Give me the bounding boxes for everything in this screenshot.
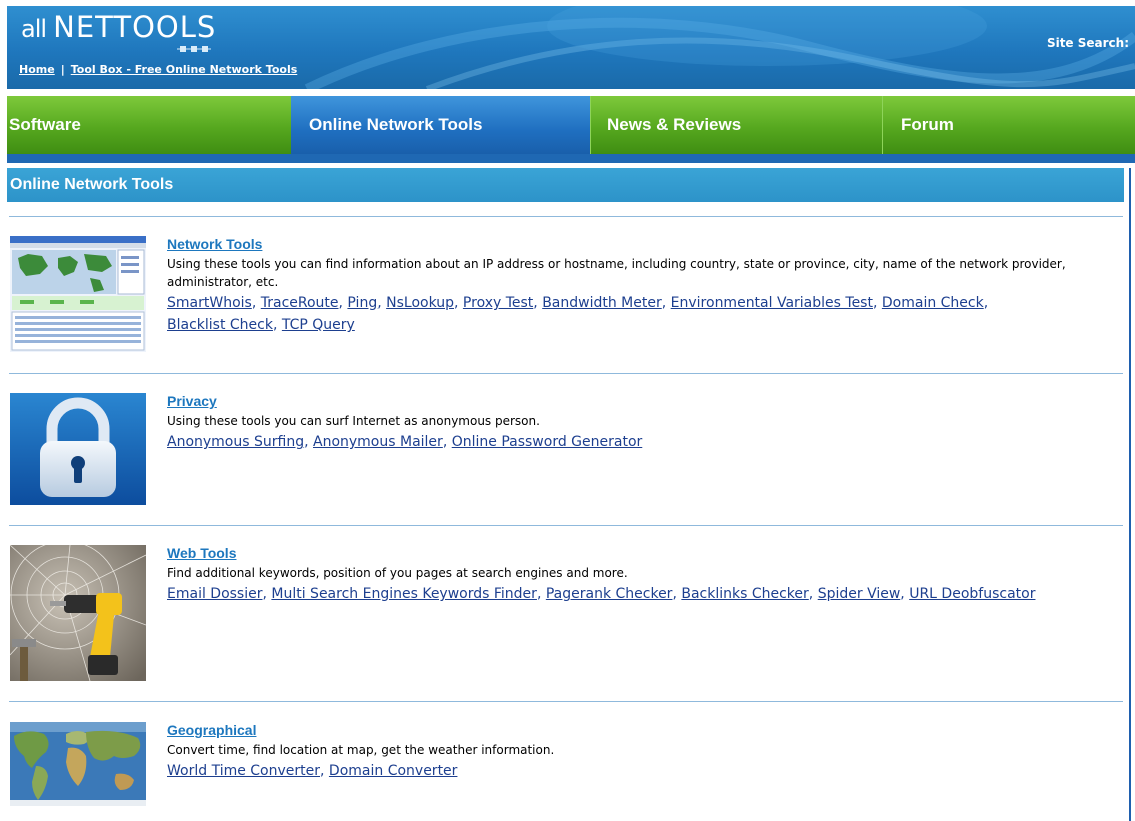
link-ping[interactable]: Ping xyxy=(347,295,377,311)
section-body: Web Tools Find additional keywords, posi… xyxy=(167,545,1122,605)
site-header: all NETTOOLS Home | Tool Box - Free Online… xyxy=(7,6,1135,89)
logo-all-text: all xyxy=(21,15,47,43)
link-domain-converter[interactable]: Domain Converter xyxy=(329,763,458,779)
link-online-password-generator[interactable]: Online Password Generator xyxy=(452,434,643,450)
section-links: Email Dossier, Multi Search Engines Keyw… xyxy=(167,586,1036,602)
section-title-privacy[interactable]: Privacy xyxy=(167,393,1122,409)
nav-tab-news-reviews[interactable]: News & Reviews xyxy=(590,96,882,154)
section-divider xyxy=(9,525,1123,526)
section-divider xyxy=(9,701,1123,702)
content-heading: Online Network Tools xyxy=(7,168,1124,202)
site-logo[interactable]: all NETTOOLS xyxy=(21,10,217,52)
link-tcp-query[interactable]: TCP Query xyxy=(282,317,355,333)
breadcrumb-separator: | xyxy=(60,63,65,76)
site-search-label: Site Search: xyxy=(1046,36,1129,50)
link-world-time-converter[interactable]: World Time Converter xyxy=(167,763,320,779)
link-bandwidth-meter[interactable]: Bandwidth Meter xyxy=(542,295,662,311)
link-environmental-variables-test[interactable]: Environmental Variables Test xyxy=(671,295,873,311)
section-description: Using these tools you can find informati… xyxy=(167,257,1066,289)
section-title-web-tools[interactable]: Web Tools xyxy=(167,545,1122,561)
section-divider xyxy=(9,373,1123,374)
link-anonymous-surfing[interactable]: Anonymous Surfing xyxy=(167,434,304,450)
world-map-icon[interactable] xyxy=(10,722,146,806)
section-title-geographical[interactable]: Geographical xyxy=(167,722,1122,738)
section-divider xyxy=(9,216,1123,217)
link-multi-search-engines-keywords-finder[interactable]: Multi Search Engines Keywords Finder xyxy=(271,586,537,602)
main-nav: Software Online Network Tools News & Rev… xyxy=(7,96,1135,154)
section-links: Anonymous Surfing, Anonymous Mailer, Onl… xyxy=(167,434,643,450)
section-privacy: Privacy Using these tools you can surf I… xyxy=(9,393,1123,508)
section-network-tools: Network Tools Using these tools you can … xyxy=(9,236,1123,356)
drill-spiderweb-icon[interactable] xyxy=(10,545,146,681)
section-web-tools: Web Tools Find additional keywords, posi… xyxy=(9,545,1123,685)
link-email-dossier[interactable]: Email Dossier xyxy=(167,586,262,602)
section-links: SmartWhois, TraceRoute, Ping, NsLookup, … xyxy=(167,295,989,333)
link-anonymous-mailer[interactable]: Anonymous Mailer xyxy=(313,434,443,450)
section-body: Privacy Using these tools you can surf I… xyxy=(167,393,1122,453)
section-description: Convert time, find location at map, get … xyxy=(167,743,555,757)
link-blacklist-check[interactable]: Blacklist Check xyxy=(167,317,273,333)
network-nodes-icon xyxy=(177,46,211,52)
link-spider-view[interactable]: Spider View xyxy=(818,586,901,602)
section-body: Geographical Convert time, find location… xyxy=(167,722,1122,782)
breadcrumb-toolbox-link[interactable]: Tool Box - Free Online Network Tools xyxy=(71,63,298,76)
nav-underline xyxy=(7,154,1135,163)
section-title-network-tools[interactable]: Network Tools xyxy=(167,236,1122,252)
link-nslookup[interactable]: NsLookup xyxy=(386,295,454,311)
content-right-border xyxy=(1129,168,1131,821)
link-backlinks-checker[interactable]: Backlinks Checker xyxy=(681,586,808,602)
section-geographical: Geographical Convert time, find location… xyxy=(9,722,1123,812)
padlock-icon[interactable] xyxy=(10,393,146,505)
logo-nettools-text: NETTOOLS xyxy=(53,10,217,44)
section-description: Using these tools you can surf Internet … xyxy=(167,414,540,428)
section-links: World Time Converter, Domain Converter xyxy=(167,763,458,779)
link-pagerank-checker[interactable]: Pagerank Checker xyxy=(546,586,673,602)
link-smartwhois[interactable]: SmartWhois xyxy=(167,295,252,311)
section-body: Network Tools Using these tools you can … xyxy=(167,236,1122,336)
nav-tab-software[interactable]: Software xyxy=(7,96,291,154)
breadcrumb-home-link[interactable]: Home xyxy=(19,63,55,76)
link-domain-check[interactable]: Domain Check xyxy=(882,295,984,311)
network-screenshot-icon[interactable] xyxy=(10,236,146,352)
link-proxy-test[interactable]: Proxy Test xyxy=(463,295,533,311)
breadcrumb: Home | Tool Box - Free Online Network Tool… xyxy=(19,63,297,76)
nav-tab-forum[interactable]: Forum xyxy=(882,96,1135,154)
link-url-deobfuscator[interactable]: URL Deobfuscator xyxy=(909,586,1035,602)
nav-tab-online-network-tools[interactable]: Online Network Tools xyxy=(291,96,590,154)
section-description: Find additional keywords, position of yo… xyxy=(167,566,628,580)
link-traceroute[interactable]: TraceRoute xyxy=(261,295,339,311)
